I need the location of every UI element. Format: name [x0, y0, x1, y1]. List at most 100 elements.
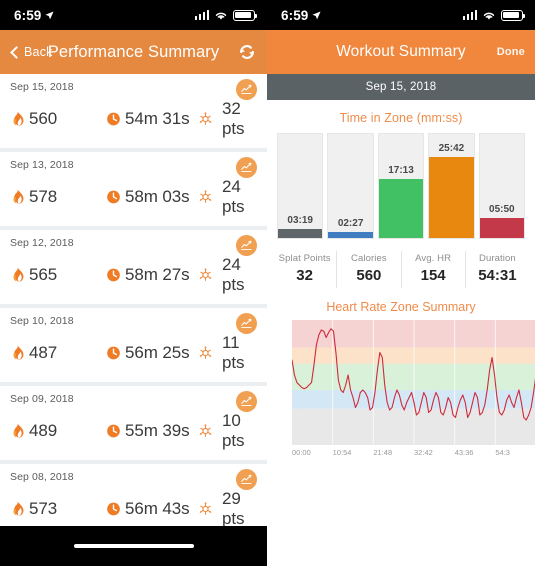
stat-label: Calories	[351, 253, 387, 264]
time-in-zone-bar-column: 02:27	[327, 133, 374, 239]
heart-rate-plot-area	[292, 320, 535, 445]
splat-icon	[199, 346, 212, 359]
calories-value: 565	[29, 265, 58, 284]
bar-value-label: 03:19	[287, 214, 313, 226]
workout-card[interactable]: Sep 09, 2018 489 55m 39s 10 pts	[0, 386, 267, 460]
calories-value: 489	[29, 421, 58, 440]
stat-cell: Duration 54:31	[466, 251, 529, 288]
workout-list[interactable]: Sep 15, 2018 560 54m 31s 32 pts Sep 13, …	[0, 74, 267, 526]
workout-card[interactable]: Sep 10, 2018 487 56m 25s 11 pts	[0, 308, 267, 382]
workout-detail-badge[interactable]	[236, 313, 257, 334]
workout-card-date: Sep 09, 2018	[10, 393, 74, 405]
workout-card[interactable]: Sep 13, 2018 578 58m 03s 24 pts	[0, 152, 267, 226]
duration-value: 58m 27s	[125, 265, 190, 284]
stat-cell: Splat Points 32	[273, 251, 338, 288]
workout-card-metrics: 578 58m 03s 24 pts	[10, 177, 255, 217]
bar-fill	[328, 231, 373, 238]
heart-rate-line-svg	[292, 320, 535, 445]
splat-points-value: 24 pts	[222, 255, 245, 294]
time-in-zone-title: Time in Zone (mm:ss)	[339, 111, 463, 125]
duration-metric: 56m 43s	[106, 499, 198, 519]
workout-card-date: Sep 12, 2018	[10, 237, 74, 249]
heart-rate-chart: Heart Rate Zone	[275, 320, 535, 445]
calories-metric: 487	[10, 343, 106, 363]
x-axis-tick-label: 32:42	[414, 448, 433, 457]
workout-card-metrics: 573 56m 43s 29 pts	[10, 489, 255, 526]
wifi-icon	[215, 12, 227, 20]
splat-points-metric: 29 pts	[198, 489, 255, 526]
splat-points-metric: 32 pts	[198, 99, 255, 139]
nav-bar-right: Workout Summary Done	[267, 30, 535, 74]
line-chart-icon	[241, 240, 252, 250]
splat-points-value: 24 pts	[222, 177, 245, 216]
x-axis-tick-label: 43:36	[454, 448, 474, 457]
clock-icon	[107, 346, 120, 360]
time-in-zone-bar-column: 03:19	[277, 133, 324, 239]
x-axis-tick-label: 21:48	[373, 448, 393, 457]
home-indicator-area-left	[0, 526, 267, 566]
bar-fill	[429, 156, 474, 238]
splat-icon	[199, 190, 212, 203]
line-chart-icon	[241, 318, 252, 328]
status-bar-indicators-left	[194, 9, 258, 21]
calories-value: 560	[29, 109, 58, 128]
splat-icon	[199, 112, 212, 125]
workout-detail-badge[interactable]	[236, 469, 257, 490]
x-axis-tick-label: 00:00	[292, 448, 311, 457]
calories-value: 578	[29, 187, 58, 206]
x-axis-tick-label: 54:3	[495, 448, 510, 457]
duration-metric: 54m 31s	[106, 109, 198, 129]
workout-detail-badge[interactable]	[236, 391, 257, 412]
splat-points-value: 10 pts	[222, 411, 245, 450]
workout-card-date: Sep 13, 2018	[10, 159, 74, 171]
workout-detail-badge[interactable]	[236, 235, 257, 256]
workout-card-date: Sep 15, 2018	[10, 81, 74, 93]
workout-card[interactable]: Sep 08, 2018 573 56m 43s 29 pts	[0, 464, 267, 526]
bar-fill	[378, 178, 424, 238]
workout-date: Sep 15, 2018	[365, 81, 437, 93]
bar-fill	[278, 228, 323, 238]
flame-icon	[13, 423, 24, 438]
left-phone-screen: 6:59 Back Performance Summary Sep 15, 20…	[0, 0, 267, 566]
clock-icon	[107, 190, 120, 204]
workout-card[interactable]: Sep 12, 2018 565 58m 27s 24 pts	[0, 230, 267, 304]
workout-detail-badge[interactable]	[236, 157, 257, 178]
status-time-text-right: 6:59	[281, 7, 309, 23]
status-bar-time-right: 6:59	[281, 8, 321, 23]
splat-points-metric: 24 pts	[198, 177, 255, 217]
status-time-text: 6:59	[14, 7, 42, 23]
splat-points-value: 11 pts	[222, 333, 245, 372]
workout-card-date: Sep 10, 2018	[10, 315, 74, 327]
clock-icon	[107, 112, 120, 126]
chevron-left-icon	[10, 45, 23, 59]
workout-summary-title: Workout Summary	[336, 43, 466, 60]
home-indicator[interactable]	[73, 544, 194, 548]
stat-cell: Calories 560	[337, 251, 402, 288]
line-chart-icon	[241, 396, 252, 406]
status-bar-indicators-right	[462, 9, 526, 21]
bar-value-label: 25:42	[438, 142, 465, 154]
cellular-signal-icon	[194, 10, 209, 20]
workout-detail-badge[interactable]	[236, 79, 257, 100]
status-bar-left: 6:59	[0, 0, 267, 30]
status-bar-right: 6:59	[267, 0, 535, 30]
line-chart-icon	[241, 84, 252, 94]
back-button[interactable]: Back	[10, 45, 53, 59]
cellular-signal-icon	[462, 10, 477, 20]
done-button[interactable]: Done	[497, 46, 525, 58]
workout-card[interactable]: Sep 15, 2018 560 54m 31s 32 pts	[0, 74, 267, 148]
calories-metric: 578	[10, 187, 106, 207]
flame-icon	[13, 189, 24, 204]
stat-value: 54:31	[478, 267, 517, 284]
stat-cell: Avg. HR 154	[402, 251, 466, 288]
stat-label: Avg. HR	[415, 253, 452, 264]
back-button-label: Back	[24, 45, 53, 59]
battery-icon	[501, 9, 526, 21]
clock-icon	[107, 268, 120, 282]
duration-value: 56m 43s	[125, 499, 190, 518]
bar-fill	[479, 218, 525, 238]
splat-points-value: 32 pts	[222, 99, 245, 138]
refresh-button[interactable]	[237, 42, 257, 62]
splat-points-metric: 11 pts	[198, 333, 255, 373]
duration-value: 54m 31s	[125, 109, 190, 128]
